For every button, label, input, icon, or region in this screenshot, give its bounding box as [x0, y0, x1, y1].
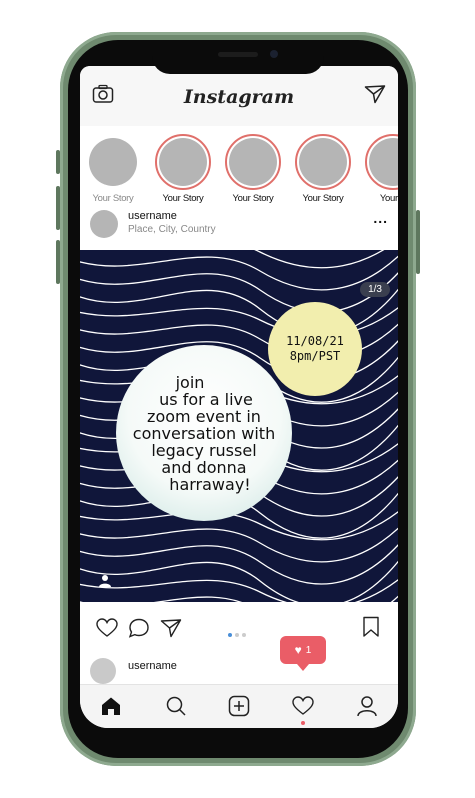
heart-icon: ♥ [294, 643, 302, 657]
front-camera [270, 50, 278, 58]
add-icon[interactable] [228, 695, 250, 717]
story-avatar [159, 138, 207, 186]
story-avatar [229, 138, 277, 186]
story-label: Your Story [232, 193, 274, 204]
avatar[interactable] [90, 210, 118, 238]
profile-icon[interactable] [356, 695, 378, 717]
story-item[interactable]: Your S [362, 134, 398, 204]
person-tag-icon[interactable] [98, 574, 112, 588]
story-ring [295, 134, 351, 190]
next-post-username[interactable]: username [128, 660, 177, 672]
date-bubble: 11/08/21 8pm/PST [268, 302, 362, 396]
app-logo: Instagram [183, 86, 295, 108]
carousel-dot [227, 633, 232, 637]
notification-count: 1 [305, 644, 312, 656]
speaker-grille [218, 52, 258, 57]
event-text-line: join [175, 372, 205, 392]
story-ring [365, 134, 398, 190]
heart-icon[interactable] [96, 618, 118, 638]
side-button-left-2 [56, 186, 60, 230]
story-avatar [369, 138, 398, 186]
wave-line [80, 560, 398, 602]
event-text-line: zoom event in [147, 406, 261, 426]
more-options-button[interactable]: ... [373, 210, 388, 226]
bottom-tab-bar [80, 684, 398, 728]
story-ring [155, 134, 211, 190]
event-text-line: us for a live [159, 389, 253, 409]
top-bar: Instagram [80, 66, 398, 126]
event-text-line: harraway! [169, 474, 251, 494]
story-ring [225, 134, 281, 190]
side-button-right [416, 210, 420, 274]
activity-indicator-dot [301, 721, 305, 725]
phone-notch [152, 44, 324, 74]
story-label: Your Story [92, 193, 134, 204]
event-text-bubble: join us for a live zoom event in convers… [116, 345, 292, 521]
image-counter: 1/3 [360, 282, 390, 297]
post-username[interactable]: username [128, 210, 177, 222]
post-header: username Place, City, Country ... [80, 206, 398, 250]
event-time: 8pm/PST [289, 349, 341, 363]
avatar[interactable] [90, 658, 116, 684]
story-ring [85, 134, 141, 190]
app-screen: Instagram Your Story Your Story Your Sto… [80, 66, 398, 728]
carousel-indicator [226, 624, 247, 642]
send-icon[interactable] [364, 84, 386, 104]
home-icon[interactable] [100, 695, 122, 717]
story-label: Your Story [162, 193, 204, 204]
story-item[interactable]: Your Story [292, 134, 354, 204]
event-date: 11/08/21 [286, 334, 344, 348]
carousel-dot [234, 633, 239, 637]
wave-line [80, 579, 398, 602]
side-button-left-3 [56, 240, 60, 284]
story-item[interactable]: Your Story [222, 134, 284, 204]
story-label: Your Story [302, 193, 344, 204]
post-location[interactable]: Place, City, Country [128, 224, 216, 235]
next-post-header: username [80, 652, 398, 686]
event-text-line: conversation with [132, 423, 276, 443]
story-label: Your S [379, 193, 398, 204]
event-text-line: legacy russel [151, 440, 257, 460]
story-item[interactable]: Your Story [82, 134, 144, 204]
bookmark-icon[interactable] [362, 616, 380, 638]
comment-icon[interactable] [128, 618, 150, 638]
stories-bar: Your Story Your Story Your Story Your St… [80, 126, 398, 206]
side-button-left [56, 150, 60, 174]
share-icon[interactable] [160, 618, 182, 638]
story-item[interactable]: Your Story [152, 134, 214, 204]
search-icon[interactable] [165, 695, 187, 717]
activity-notification-badge[interactable]: ♥ 1 [280, 636, 326, 671]
story-avatar [299, 138, 347, 186]
post-image[interactable]: 1/3 11/08/21 8pm/PST join us for a live … [80, 250, 398, 602]
event-text-line: and donna [161, 457, 247, 477]
post-actions [80, 602, 398, 652]
carousel-dot [241, 633, 246, 637]
activity-icon[interactable] [292, 695, 314, 717]
story-avatar [89, 138, 137, 186]
